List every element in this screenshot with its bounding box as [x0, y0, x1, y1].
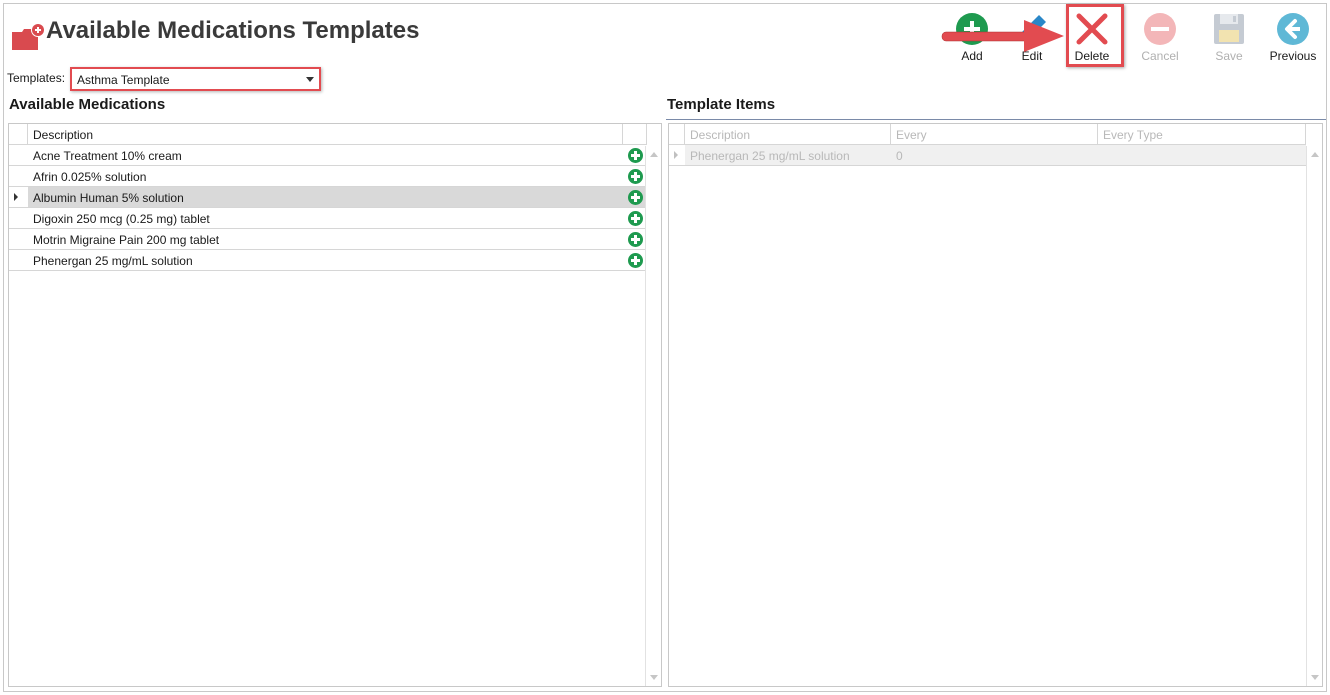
- templates-dropdown[interactable]: Asthma Template: [70, 67, 321, 91]
- add-medication-icon[interactable]: [628, 169, 643, 184]
- available-medications-title: Available Medications: [9, 96, 166, 113]
- medication-description: Albumin Human 5% solution: [28, 187, 623, 207]
- table-row[interactable]: Digoxin 250 mcg (0.25 mg) tablet: [9, 208, 647, 229]
- medication-description: Afrin 0.025% solution: [33, 170, 147, 184]
- scroll-up-icon[interactable]: [650, 152, 658, 157]
- column-header-every-type[interactable]: Every Type: [1098, 124, 1306, 145]
- column-header-description[interactable]: Description: [28, 124, 623, 145]
- scroll-up-icon[interactable]: [1311, 152, 1319, 157]
- page-title: Available Medications Templates: [46, 17, 420, 44]
- add-medication-icon[interactable]: [628, 190, 643, 205]
- table-row[interactable]: Motrin Migraine Pain 200 mg tablet: [9, 229, 647, 250]
- column-header-action: [623, 124, 647, 145]
- add-medication-icon[interactable]: [628, 232, 643, 247]
- medication-description: Motrin Migraine Pain 200 mg tablet: [33, 233, 220, 247]
- vertical-scrollbar[interactable]: [1306, 146, 1322, 686]
- row-action-cell: [623, 250, 647, 270]
- add-medication-icon[interactable]: [628, 148, 643, 163]
- cancel-label: Cancel: [1141, 49, 1179, 63]
- template-items-title: Template Items: [667, 96, 776, 113]
- add-medication-icon[interactable]: [628, 253, 643, 268]
- scroll-down-icon[interactable]: [650, 675, 658, 680]
- template-items-grid: Description Every Every Type Phenergan 2…: [668, 123, 1323, 687]
- table-row-selected[interactable]: Albumin Human 5% solution: [9, 187, 647, 208]
- row-action-cell: [623, 166, 647, 186]
- medication-description: Phenergan 25 mg/mL solution: [33, 254, 193, 268]
- arrow-left-circle-icon: [1277, 13, 1309, 45]
- row-pointer-icon: [14, 193, 18, 201]
- cancel-button[interactable]: Cancel: [1130, 8, 1190, 66]
- template-item-every: 0: [891, 145, 1098, 165]
- table-row[interactable]: Phenergan 25 mg/mL solution: [9, 250, 647, 271]
- column-header-description[interactable]: Description: [685, 124, 891, 145]
- previous-label: Previous: [1269, 49, 1317, 63]
- row-indicator-header: [9, 124, 28, 145]
- chevron-down-icon: [306, 77, 314, 82]
- medication-description: Digoxin 250 mcg (0.25 mg) tablet: [33, 212, 210, 226]
- scroll-down-icon[interactable]: [1311, 675, 1319, 680]
- row-action-cell: [623, 187, 647, 207]
- minus-circle-icon: [1144, 13, 1176, 45]
- floppy-disk-icon: [1214, 14, 1244, 44]
- section-divider: [666, 119, 1326, 120]
- annotation-arrow-icon: [941, 20, 1064, 52]
- save-button[interactable]: Save: [1199, 8, 1259, 66]
- delete-highlight-box: [1066, 4, 1124, 67]
- row-indicator-header: [669, 124, 685, 145]
- templates-label: Templates:: [7, 71, 66, 85]
- template-item-every-type: [1098, 145, 1306, 165]
- app-window: Available Medications Templates Add Edit…: [3, 3, 1327, 692]
- row-action-cell: [623, 145, 647, 165]
- available-medications-grid: Description Acne Treatment 10% cream Afr…: [8, 123, 662, 687]
- table-row[interactable]: Afrin 0.025% solution: [9, 166, 647, 187]
- row-action-cell: [623, 229, 647, 249]
- templates-selected-value: Asthma Template: [77, 73, 170, 87]
- row-pointer-icon: [674, 151, 678, 159]
- save-label: Save: [1215, 49, 1243, 63]
- medication-folder-icon: [12, 23, 45, 50]
- column-header-every[interactable]: Every: [891, 124, 1098, 145]
- row-action-cell: [623, 208, 647, 228]
- table-row[interactable]: Acne Treatment 10% cream: [9, 145, 647, 166]
- medication-description: Acne Treatment 10% cream: [33, 149, 182, 163]
- template-item-description: Phenergan 25 mg/mL solution: [685, 145, 891, 165]
- vertical-scrollbar[interactable]: [645, 146, 661, 686]
- table-row[interactable]: Phenergan 25 mg/mL solution 0: [669, 145, 1306, 166]
- add-medication-icon[interactable]: [628, 211, 643, 226]
- previous-button[interactable]: Previous: [1263, 8, 1323, 66]
